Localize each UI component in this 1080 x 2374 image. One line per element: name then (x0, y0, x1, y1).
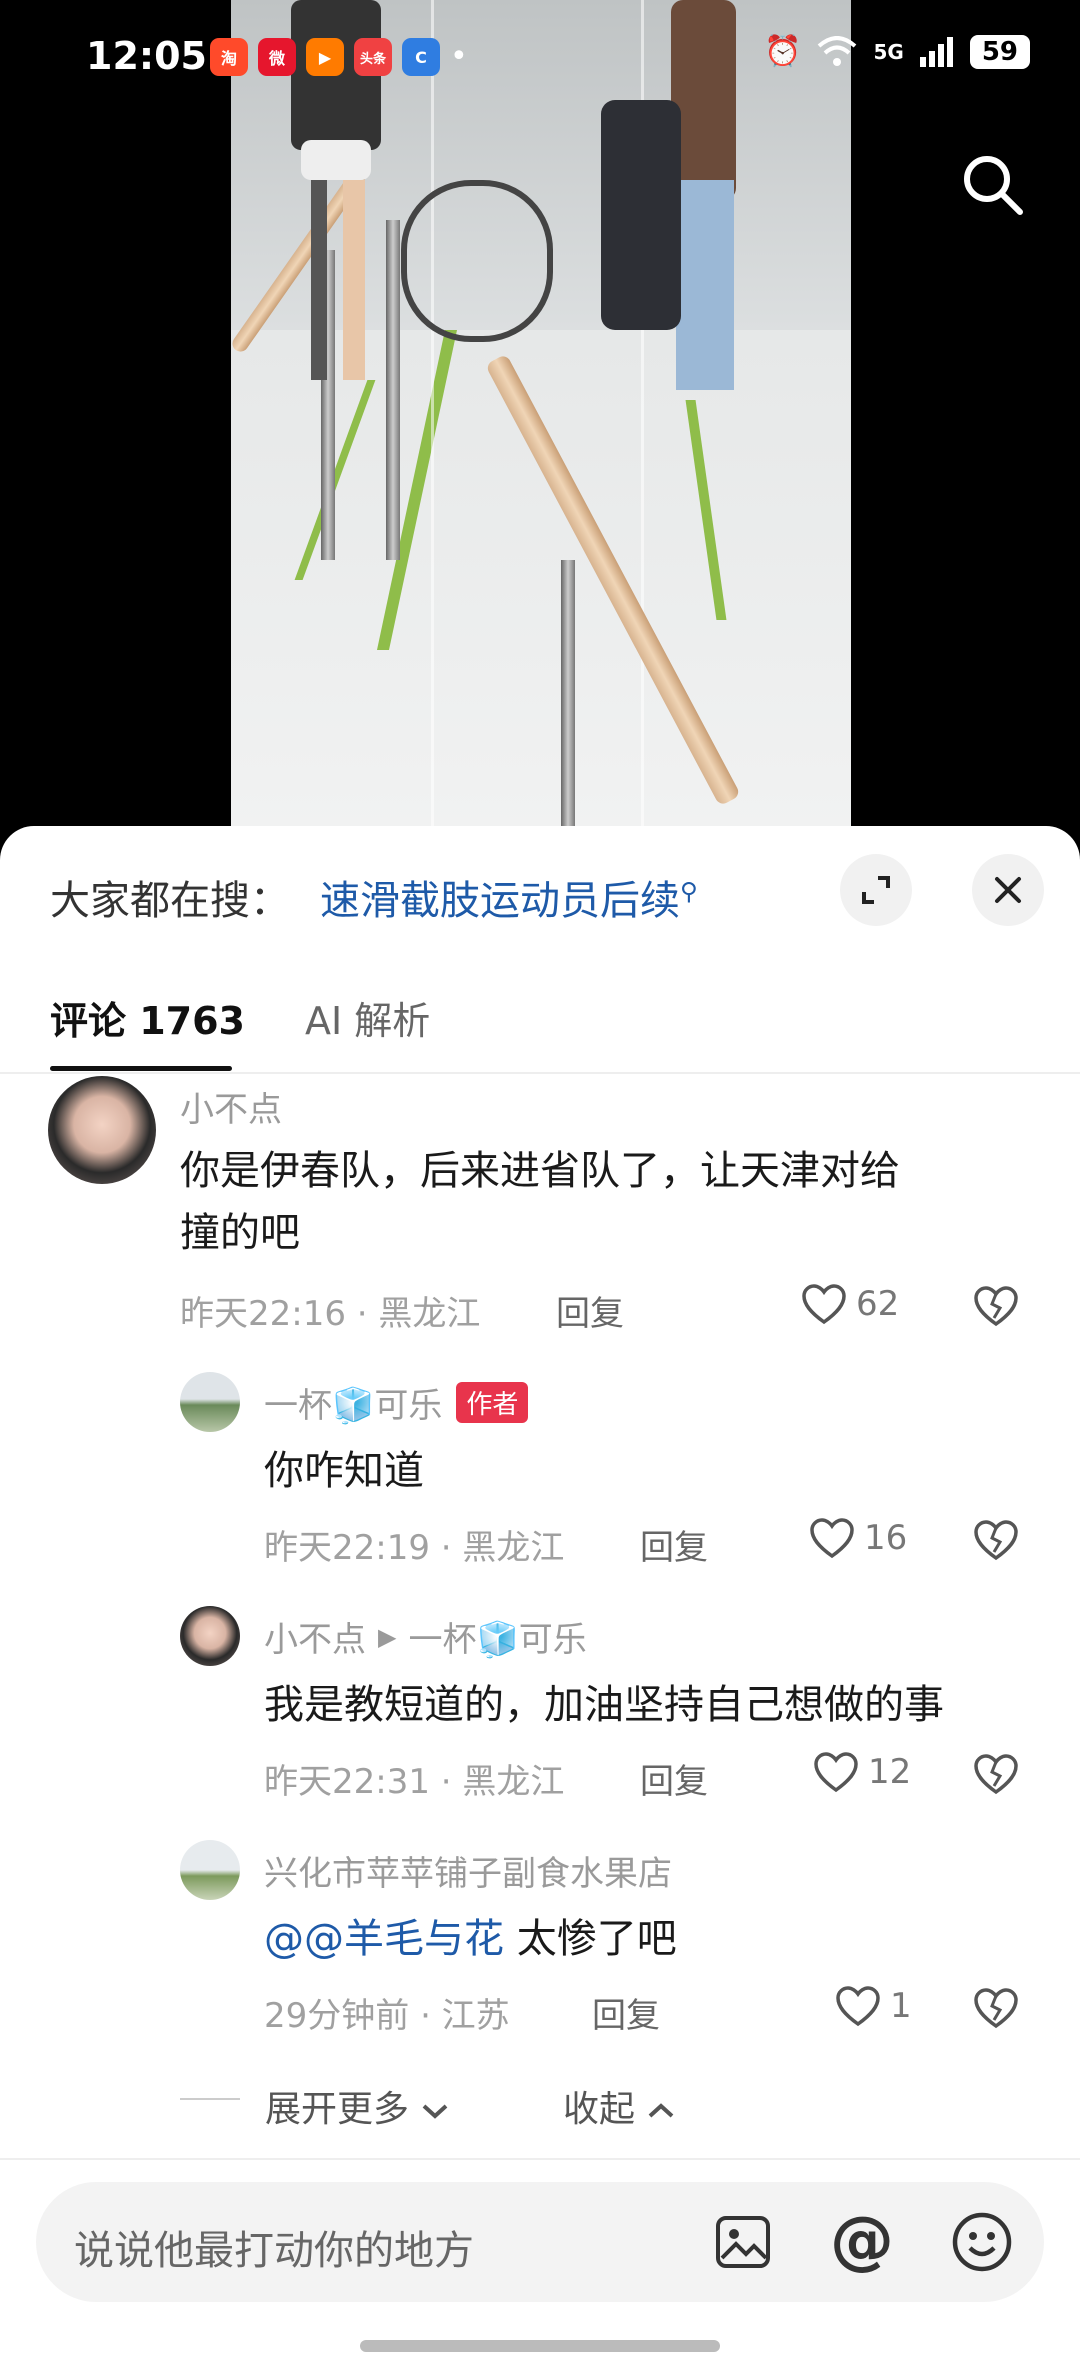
reply-header: 一杯🧊可乐 作者 (264, 1378, 529, 1427)
like-button[interactable]: 62 (800, 1282, 899, 1326)
chevron-up-icon (649, 2103, 674, 2118)
home-indicator[interactable] (360, 2340, 720, 2352)
reply-header: 小不点 ▶ 一杯🧊可乐 (264, 1612, 587, 1661)
like-count: 16 (864, 1518, 908, 1558)
status-time: 12:05 (86, 34, 207, 78)
comment-input-placeholder: 说说他最打动你的地方 (74, 2228, 474, 2274)
comment-text: 我是教短道的，加油坚持自己想做的事 (264, 1682, 944, 1728)
mention-link[interactable]: @@羊毛与花 (264, 1916, 504, 1962)
video-app-icon: ▶ (306, 38, 344, 76)
expand-icon (862, 876, 890, 904)
hot-search-link[interactable]: 速滑截肢运动员后续⚲ (320, 868, 698, 926)
hot-search-label: 大家都在搜： (50, 878, 290, 924)
dislike-icon[interactable] (972, 1518, 1020, 1562)
comment-sheet (0, 826, 1080, 2374)
signal-icon (919, 36, 953, 67)
reply-button[interactable]: 回复 (592, 1988, 660, 2037)
close-sheet-button[interactable] (972, 854, 1044, 926)
input-divider (0, 2158, 1080, 2160)
comment-meta: 昨天22:31 · 黑龙江 (264, 1762, 565, 1802)
emoji-icon[interactable] (950, 2210, 1014, 2274)
comment-text: 你是伊春队，后来进省队了，让天津对给 撞的吧 (180, 1140, 1040, 1264)
avatar[interactable] (48, 1076, 156, 1184)
expand-label: 展开更多 (265, 2089, 410, 2130)
hot-search-text: 速滑截肢运动员后续 (320, 878, 680, 924)
close-icon (995, 877, 1021, 903)
chevron-down-icon (423, 2104, 448, 2119)
toutiao-icon: 头条 (354, 38, 392, 76)
heart-icon (802, 1284, 846, 1325)
tab-active-indicator (50, 1066, 232, 1071)
network-type: 5G (873, 39, 904, 64)
dislike-icon[interactable] (972, 1752, 1020, 1796)
search-small-icon: ⚲ (680, 877, 698, 906)
tab-comments[interactable]: 评论 1763 (50, 990, 245, 1045)
mention-icon[interactable]: @ (830, 2204, 894, 2278)
alarm-icon: ⏰ (764, 34, 802, 69)
search-icon[interactable] (958, 150, 1028, 220)
wifi-icon (818, 35, 857, 66)
thread-line (180, 2098, 240, 2100)
avatar[interactable] (180, 1606, 240, 1666)
comment-text: @@羊毛与花 太惨了吧 (264, 1908, 677, 1970)
avatar[interactable] (180, 1372, 240, 1432)
like-button[interactable]: 1 (834, 1984, 912, 2028)
reply-button[interactable]: 回复 (556, 1286, 624, 1335)
comment-text-line: 你是伊春队，后来进省队了，让天津对给 (180, 1148, 900, 1194)
comment-username[interactable]: 小不点 (180, 1082, 282, 1131)
comment-meta: 昨天22:19 · 黑龙江 (264, 1528, 565, 1568)
like-count: 62 (856, 1284, 900, 1324)
expand-sheet-button[interactable] (840, 854, 912, 926)
expand-more-button[interactable]: 展开更多 (265, 2080, 450, 2132)
dot-icon: • (450, 39, 468, 74)
video-player[interactable] (0, 0, 1080, 830)
comment-text-body: 太惨了吧 (504, 1916, 677, 1962)
taobao-icon: 淘 (210, 38, 248, 76)
avatar[interactable] (180, 1840, 240, 1900)
comment-text: 你咋知道 (264, 1448, 424, 1494)
dislike-icon[interactable] (972, 1284, 1020, 1328)
collapse-label: 收起 (563, 2089, 636, 2130)
like-button[interactable]: 12 (812, 1750, 911, 1794)
status-app-icons: 淘 微 ▶ 头条 C • (210, 38, 468, 76)
comment-username[interactable]: 一杯🧊可乐 (264, 1378, 442, 1427)
battery-indicator: 59 (969, 34, 1030, 69)
app-c-icon: C (402, 38, 440, 76)
like-count: 1 (890, 1986, 912, 2026)
collapse-button[interactable]: 收起 (563, 2080, 676, 2132)
video-frame (229, 0, 851, 830)
weibo-icon: 微 (258, 38, 296, 76)
status-right: ⏰ 5G 59 (764, 34, 1030, 69)
comment-meta: 29分钟前 · 江苏 (264, 1996, 510, 2036)
dislike-icon[interactable] (972, 1986, 1020, 2030)
heart-icon (836, 1986, 880, 2027)
comment-text-line: 撞的吧 (180, 1210, 300, 1256)
comment-username[interactable]: 兴化市苹苹铺子副食水果店 (264, 1846, 672, 1895)
reply-to-username[interactable]: 一杯🧊可乐 (408, 1612, 586, 1661)
image-icon[interactable] (714, 2214, 772, 2270)
heart-icon (814, 1752, 858, 1793)
heart-icon (810, 1518, 854, 1559)
author-badge: 作者 (456, 1382, 529, 1423)
reply-arrow-icon: ▶ (378, 1622, 397, 1651)
reply-button[interactable]: 回复 (640, 1754, 708, 1803)
tab-ai-analysis[interactable]: AI 解析 (305, 990, 430, 1045)
tab-divider (0, 1072, 1080, 1074)
like-button[interactable]: 16 (808, 1516, 907, 1560)
like-count: 12 (868, 1752, 912, 1792)
comment-username[interactable]: 小不点 (264, 1612, 366, 1661)
reply-button[interactable]: 回复 (640, 1520, 708, 1569)
comment-meta: 昨天22:16 · 黑龙江 (180, 1294, 481, 1334)
